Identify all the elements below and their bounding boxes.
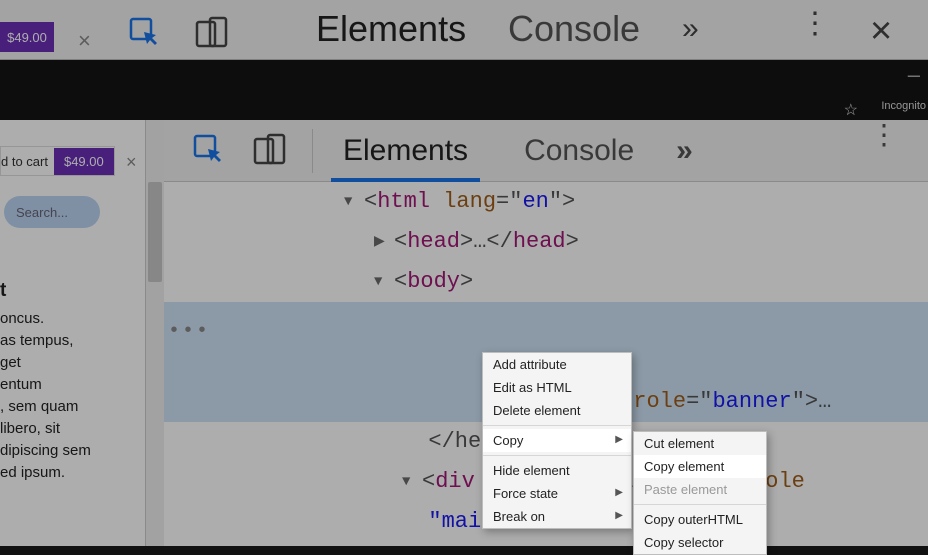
submenu-arrow-icon: ▶: [615, 510, 623, 521]
main-slide: d to cart $49.00 × Search... t oncus. as…: [0, 120, 928, 546]
menu-separator: [483, 425, 631, 426]
add-to-cart-label-fragment: d to cart: [1, 154, 54, 169]
ghost-kebab-icon: ⋮: [800, 6, 824, 41]
devtools-toolbar: Elements Console » ⋮: [164, 120, 928, 182]
dom-node-html[interactable]: <html lang="en">: [164, 182, 928, 222]
copy-submenu[interactable]: Cut element Copy element Paste element C…: [633, 431, 767, 555]
ghost-top-strip: $49.00 × Elements Console » ⋮ ×: [0, 0, 928, 60]
context-menu[interactable]: Add attribute Edit as HTML Delete elemen…: [482, 352, 632, 529]
menu-delete-element[interactable]: Delete element: [483, 399, 631, 422]
tab-console[interactable]: Console: [518, 122, 640, 180]
dom-node-head[interactable]: <head>…</head>: [164, 222, 928, 262]
menu-force-state[interactable]: Force state▶: [483, 482, 631, 505]
ghost-price-pill: $49.00: [0, 22, 54, 52]
dom-node-body[interactable]: <body>: [164, 262, 928, 302]
menu-edit-as-html[interactable]: Edit as HTML: [483, 376, 631, 399]
submenu-copy-selector[interactable]: Copy selector: [634, 531, 766, 554]
ghost-tab-close: ×: [78, 28, 91, 54]
devtools-scrollbar[interactable]: [146, 120, 164, 546]
bookmark-star-icon[interactable]: ☆: [844, 100, 858, 120]
menu-separator: [634, 504, 766, 505]
search-placeholder: Search...: [16, 205, 68, 220]
device-toolbar-icon[interactable]: [252, 133, 288, 169]
ghost-elements-tab: Elements: [316, 8, 466, 50]
add-to-cart-button[interactable]: d to cart $49.00: [0, 146, 115, 176]
submenu-arrow-icon: ▶: [615, 434, 623, 445]
menu-separator: [483, 455, 631, 456]
ghost-close-icon: ×: [870, 10, 892, 53]
close-x-icon[interactable]: ×: [126, 152, 137, 173]
ghost-console-tab: Console: [508, 8, 640, 50]
search-input[interactable]: Search...: [4, 196, 100, 228]
submenu-arrow-icon: ▶: [615, 487, 623, 498]
menu-break-on[interactable]: Break on▶: [483, 505, 631, 528]
ghost-device-icon: [194, 16, 230, 52]
toolbar-separator: [312, 129, 313, 173]
menu-add-attribute[interactable]: Add attribute: [483, 353, 631, 376]
inspect-element-icon[interactable]: [192, 133, 228, 169]
browser-chrome-dark: – ☆ Incognito: [0, 60, 928, 120]
submenu-copy-outerhtml[interactable]: Copy outerHTML: [634, 508, 766, 531]
scrollbar-thumb[interactable]: [148, 182, 162, 282]
kebab-menu-icon[interactable]: ⋮: [870, 132, 898, 138]
page-left-column: d to cart $49.00 × Search... t oncus. as…: [0, 120, 145, 546]
window-minimize[interactable]: –: [908, 62, 920, 88]
menu-copy[interactable]: Copy▶: [483, 429, 631, 452]
more-tabs-icon[interactable]: »: [676, 134, 693, 168]
submenu-copy-element[interactable]: Copy element: [634, 455, 766, 478]
dom-node-inner-div[interactable]: <div iner">: [164, 542, 928, 546]
menu-hide-element[interactable]: Hide element: [483, 459, 631, 482]
ghost-inspect-icon: [128, 16, 164, 52]
add-to-cart-price: $49.00: [54, 148, 114, 175]
submenu-cut-element[interactable]: Cut element: [634, 432, 766, 455]
incognito-label: Incognito: [881, 100, 926, 112]
page-body-text: t oncus. as tempus, get entum , sem quam…: [0, 280, 120, 484]
row-actions-icon[interactable]: •••: [168, 312, 210, 352]
submenu-paste-element: Paste element: [634, 478, 766, 501]
ghost-more-tabs: »: [682, 12, 699, 46]
tab-elements[interactable]: Elements: [337, 122, 474, 180]
